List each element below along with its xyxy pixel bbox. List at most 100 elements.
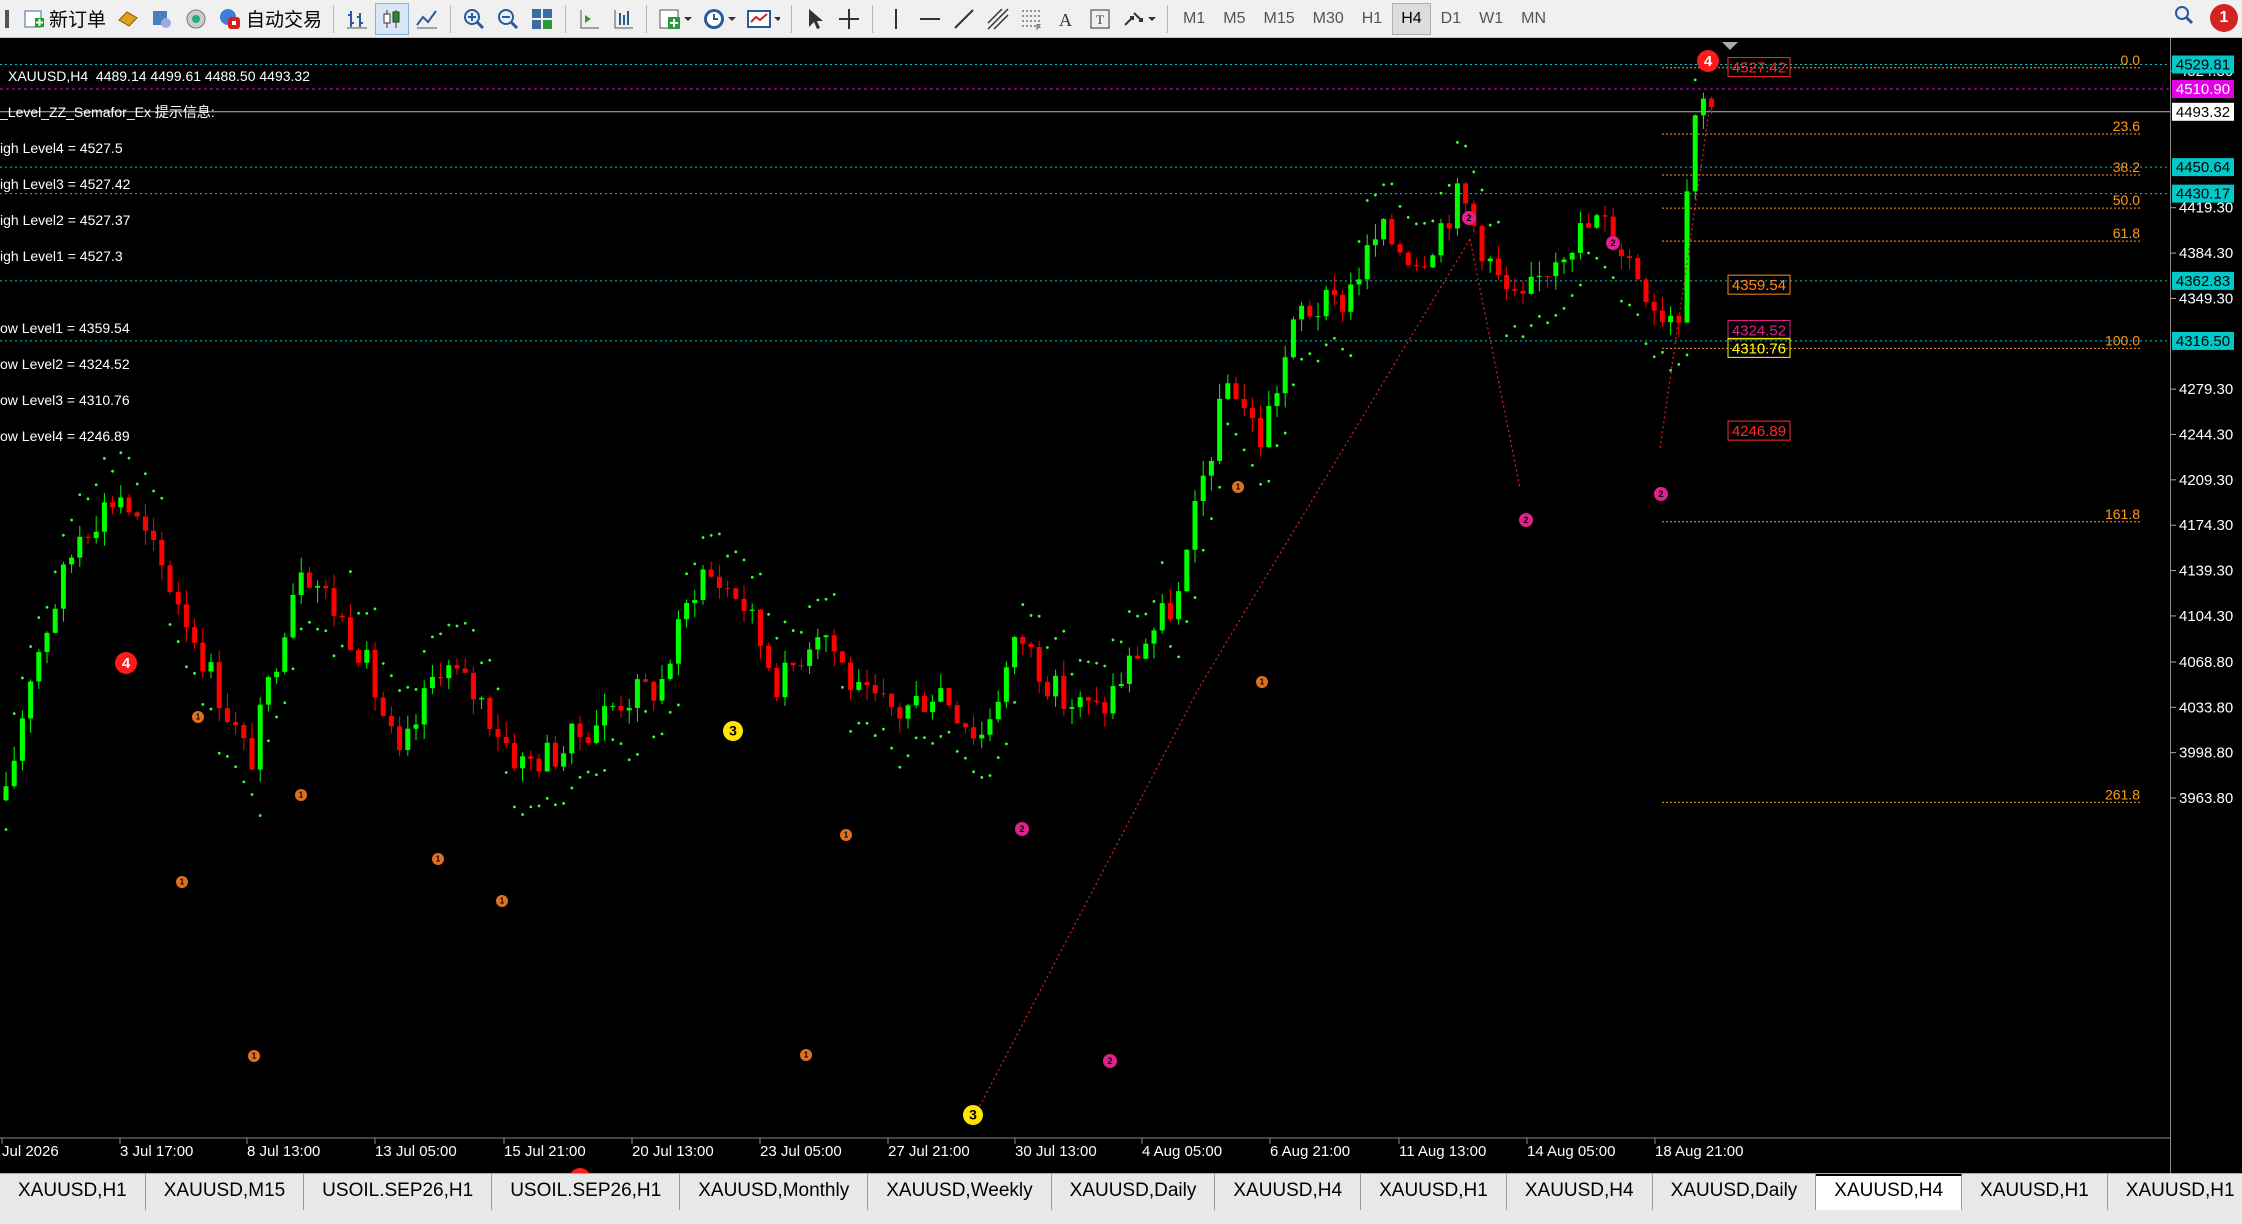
timeframe-m1[interactable]: M1 <box>1175 3 1213 35</box>
navigator-icon[interactable] <box>180 3 212 35</box>
timeframe-d1[interactable]: D1 <box>1433 3 1469 35</box>
chart-tab[interactable]: XAUUSD,H1 <box>1361 1174 1507 1210</box>
chart-tab[interactable]: USOIL.SEP26,H1 <box>492 1174 681 1210</box>
sar-dot <box>726 554 729 558</box>
sar-dot <box>898 765 902 769</box>
sar-dot <box>1226 422 1230 426</box>
sar-dot <box>1283 431 1287 435</box>
chart-tab[interactable]: XAUUSD,Daily <box>1051 1174 1216 1210</box>
chart-tab[interactable]: XAUUSD,Weekly <box>868 1174 1052 1210</box>
chart-tab[interactable]: XAUUSD,H4 <box>1215 1174 1362 1210</box>
price-tag-text: 4430.17 <box>2176 186 2230 203</box>
bar-chart-icon[interactable] <box>341 3 373 35</box>
chart-tab[interactable]: XAUUSD,H4 <box>1816 1174 1963 1210</box>
sar-dot <box>1398 205 1402 208</box>
timeframe-h1[interactable]: H1 <box>1354 3 1390 35</box>
timeframe-m30[interactable]: M30 <box>1305 3 1352 35</box>
chart-tab[interactable]: XAUUSD,Daily <box>1652 1174 1817 1210</box>
sar-dot <box>70 518 73 522</box>
sar-dot <box>365 611 369 615</box>
fib-level-label: 23.6 <box>2113 118 2140 134</box>
sar-dot <box>62 533 65 537</box>
semafor-marker: 2 <box>1462 211 1476 225</box>
sar-dot <box>832 592 836 596</box>
timeframe-mn[interactable]: MN <box>1513 3 1554 35</box>
text-icon[interactable]: A <box>1050 3 1082 35</box>
candle-body <box>913 696 919 706</box>
trendline-icon[interactable] <box>948 3 980 35</box>
timeframe-h4[interactable]: H4 <box>1392 2 1431 35</box>
candle-body <box>1422 266 1428 268</box>
tile-windows-icon[interactable] <box>526 3 558 35</box>
high-level-2: igh Level2 = 4527.37 <box>0 212 131 228</box>
sar-dot <box>1628 303 1631 307</box>
crosshair-icon[interactable] <box>833 3 865 35</box>
timeframe-m5[interactable]: M5 <box>1215 3 1253 35</box>
chart-tab[interactable]: XAUUSD,M15 <box>145 1174 305 1210</box>
sar-dot <box>4 828 8 831</box>
candle-body <box>347 617 353 651</box>
sar-dot <box>1669 368 1672 372</box>
candle-body <box>1069 707 1075 709</box>
candle-body <box>1274 393 1280 406</box>
chart-tab[interactable]: XAUUSD,H1 <box>0 1174 146 1210</box>
auto-trading-button[interactable]: 自动交易 <box>214 3 326 35</box>
sar-dot <box>709 534 713 537</box>
auto-scroll-icon[interactable] <box>573 3 605 35</box>
sar-dot <box>1251 463 1254 467</box>
arrows-icon[interactable] <box>1118 3 1160 35</box>
zoom-in-icon[interactable] <box>458 3 490 35</box>
new-chart-icon[interactable] <box>1 3 17 35</box>
text-label-icon[interactable]: T <box>1084 3 1116 35</box>
vertical-line-icon[interactable] <box>880 3 912 35</box>
chart-tab[interactable]: USOIL.SEP26,H1 <box>304 1174 493 1210</box>
new-order-button[interactable]: 新订单 <box>19 3 110 35</box>
sar-dot <box>1152 600 1156 603</box>
chart-tab[interactable]: XAUUSD,Monthly <box>680 1174 869 1210</box>
notification-badge[interactable]: 1 <box>2210 4 2238 32</box>
candle-body <box>954 705 960 724</box>
level-label-text: 4324.52 <box>1732 323 1786 340</box>
templates-icon[interactable] <box>742 3 784 35</box>
low-level-3: ow Level3 = 4310.76 <box>0 392 130 408</box>
indicators-icon[interactable] <box>654 3 696 35</box>
metaeditor-icon[interactable] <box>112 3 144 35</box>
chart-tab[interactable]: XAUUSD,H1 <box>2107 1174 2242 1210</box>
semafor-label: 1 <box>1260 678 1265 687</box>
candle-body <box>1044 681 1050 697</box>
sar-dot <box>111 469 114 473</box>
channel-icon[interactable] <box>982 3 1014 35</box>
price-chart[interactable]: 0.023.638.250.061.8100.0161.8261.8413111… <box>0 38 2170 1173</box>
market-watch-icon[interactable] <box>146 3 178 35</box>
sar-dot <box>1488 223 1492 227</box>
timeframe-m15[interactable]: M15 <box>1256 3 1303 35</box>
candlestick-icon[interactable] <box>375 2 410 35</box>
search-icon[interactable] <box>2172 3 2196 33</box>
toolbar-separator <box>646 4 648 33</box>
chart-area[interactable]: 0.0 23.6 38.2 50.0 61.8 100.0 161.8 261.8 4 1 3 1 1 1… <box>0 38 2170 1173</box>
candle-body <box>807 649 813 666</box>
line-chart-icon[interactable] <box>411 3 443 35</box>
candle-body <box>798 665 804 667</box>
sar-dot <box>406 685 410 689</box>
timeframe-w1[interactable]: W1 <box>1471 3 1511 35</box>
sar-dot <box>414 688 418 691</box>
zoom-out-icon[interactable] <box>492 3 524 35</box>
high-level-1: igh Level1 = 4527.3 <box>0 248 123 264</box>
chart-shift-icon[interactable] <box>607 3 639 35</box>
sar-dot <box>29 645 32 648</box>
periods-icon[interactable] <box>698 3 740 35</box>
sar-dot <box>816 598 820 602</box>
semafor-label: 2 <box>1658 489 1663 499</box>
chart-tab[interactable]: XAUUSD,H1 <box>1962 1174 2108 1210</box>
price-axis[interactable]: 4524.804419.304384.304349.304279.304244.… <box>2170 38 2242 1173</box>
semafor-marker: 2 <box>1654 487 1668 501</box>
sar-dot <box>1390 182 1394 186</box>
cursor-icon[interactable] <box>799 3 831 35</box>
fibonacci-icon[interactable]: F <box>1016 3 1048 35</box>
chart-tab[interactable]: XAUUSD,H4 <box>1506 1174 1653 1210</box>
price-tick-label: 4349.30 <box>2179 290 2233 307</box>
horizontal-line-icon[interactable] <box>914 3 946 35</box>
sar-dot <box>914 736 918 740</box>
candle-body <box>1290 319 1296 358</box>
